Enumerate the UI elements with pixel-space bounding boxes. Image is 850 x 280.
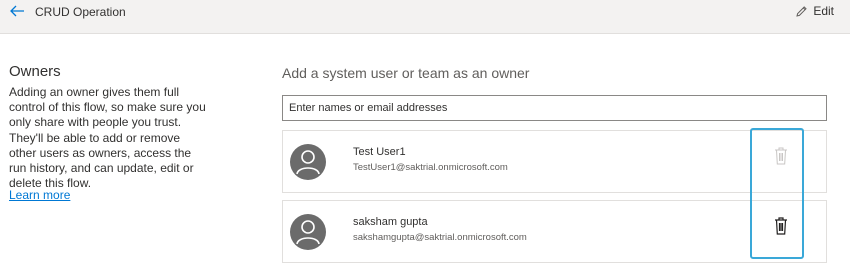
add-owner-heading: Add a system user or team as an owner [282, 65, 530, 81]
owners-heading: Owners [9, 63, 61, 80]
flow-title: CRUD Operation [35, 5, 126, 19]
trash-icon [775, 217, 787, 235]
owner-search-input[interactable] [282, 95, 827, 121]
owner-name: Test User1 [353, 146, 406, 158]
delete-owner-button[interactable] [771, 214, 791, 238]
owner-name: saksham gupta [353, 216, 428, 228]
pencil-icon [796, 5, 808, 17]
avatar [290, 144, 326, 180]
person-icon [296, 220, 320, 245]
owner-row: saksham gupta sakshamgupta@saktrial.onmi… [282, 200, 827, 263]
learn-more-link[interactable]: Learn more [9, 188, 70, 202]
edit-button[interactable]: Edit [795, 4, 834, 18]
owner-row: Test User1 TestUser1@saktrial.onmicrosof… [282, 130, 827, 193]
person-icon [296, 150, 320, 175]
trash-icon [775, 147, 787, 165]
back-button[interactable] [8, 3, 26, 19]
avatar [290, 214, 326, 250]
owner-email: TestUser1@saktrial.onmicrosoft.com [353, 162, 508, 173]
arrow-left-icon [10, 5, 24, 17]
delete-owner-button-disabled [771, 144, 791, 168]
top-bar: CRUD Operation Edit [0, 0, 850, 34]
edit-label: Edit [813, 4, 834, 18]
owners-description: Adding an owner gives them full control … [9, 85, 206, 191]
owner-email: sakshamgupta@saktrial.onmicrosoft.com [353, 232, 527, 243]
